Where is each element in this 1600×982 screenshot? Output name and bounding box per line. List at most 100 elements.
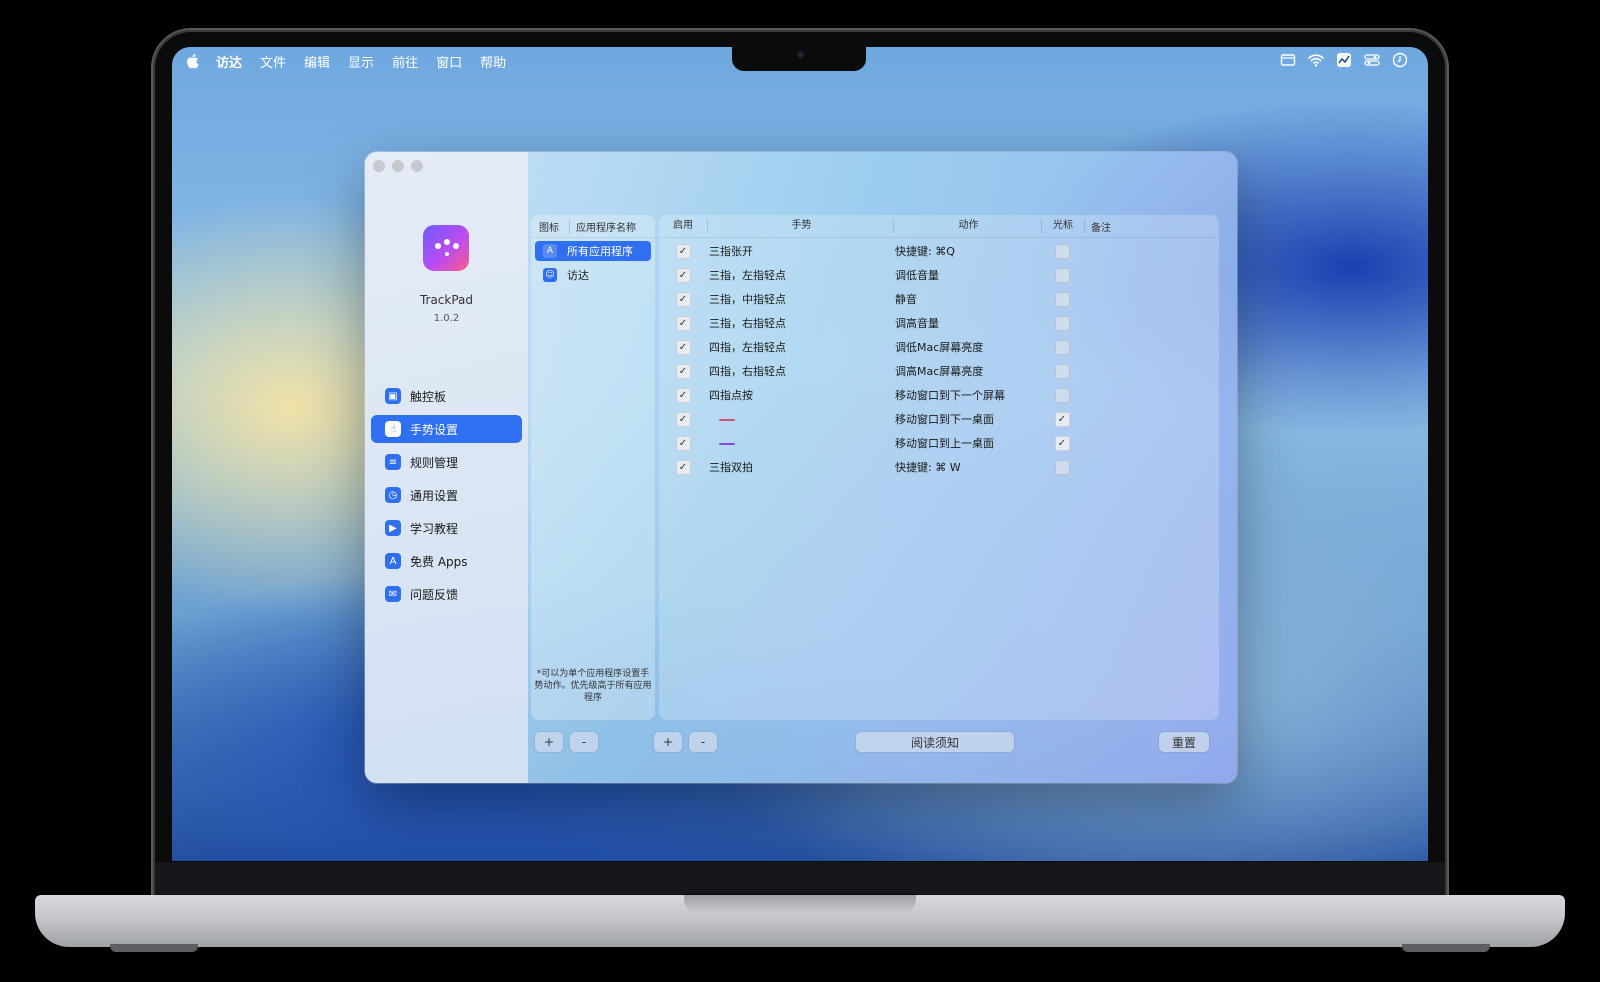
trackpad-window: TrackPad 1.0.2 ▣ 触控板 ☝ 手势设置 ≡ 规则管理 ◷ 通用设… (365, 152, 1237, 783)
add-gesture-button[interactable]: + (654, 732, 682, 752)
clock-icon: ◷ (385, 487, 401, 503)
table-row[interactable]: ✓ 三指张开 快捷键: ⌘Q (659, 239, 1219, 263)
trackpad-app-icon (423, 225, 469, 271)
laptop-chin (155, 862, 1445, 894)
cursor-checkbox[interactable] (1054, 339, 1070, 355)
sidebar-item-label: 触控板 (410, 389, 447, 404)
column-header-action[interactable]: 动作 (894, 219, 1042, 233)
table-row[interactable]: ✓ 移动窗口到上一桌面 ✓ (659, 431, 1219, 455)
cursor-checkbox[interactable] (1054, 459, 1070, 475)
menu-edit[interactable]: 编辑 (304, 52, 330, 71)
remove-gesture-button[interactable]: - (689, 732, 717, 752)
reset-button[interactable]: 重置 (1159, 732, 1209, 752)
gesture-cell: 三指张开 (709, 245, 753, 258)
gesture-cell: 三指，左指轻点 (709, 269, 786, 282)
app-list-note: *可以为单个应用程序设置手势动作。优先级高于所有应用程序 (534, 669, 652, 703)
table-row[interactable]: ✓ 三指，左指轻点 调低音量 (659, 263, 1219, 287)
enabled-checkbox[interactable]: ✓ (675, 339, 691, 355)
appstore-icon: A (543, 244, 557, 258)
app-row-finder[interactable]: ☺ 访达 (535, 265, 651, 285)
enabled-checkbox[interactable]: ✓ (675, 243, 691, 259)
action-cell: 静音 (895, 293, 917, 306)
column-header-gesture[interactable]: 手势 (708, 219, 894, 233)
enabled-checkbox[interactable]: ✓ (675, 267, 691, 283)
menu-window[interactable]: 窗口 (436, 52, 462, 71)
camera-icon (797, 51, 804, 58)
table-row[interactable]: ✓ 三指，右指轻点 调高音量 (659, 311, 1219, 335)
sidebar-item-trackpad[interactable]: ▣ 触控板 (371, 382, 522, 410)
read-notice-button[interactable]: 阅读须知 (856, 732, 1014, 752)
enabled-checkbox[interactable]: ✓ (675, 411, 691, 427)
enabled-checkbox[interactable]: ✓ (675, 435, 691, 451)
enabled-checkbox[interactable]: ✓ (675, 291, 691, 307)
column-header-enabled[interactable]: 启用 (659, 219, 708, 233)
enabled-checkbox[interactable]: ✓ (675, 315, 691, 331)
menu-app-name[interactable]: 访达 (216, 52, 242, 71)
enabled-cell: ✓ (659, 339, 707, 355)
enabled-cell: ✓ (659, 387, 707, 403)
cursor-cell (1041, 339, 1083, 355)
cursor-cell: ✓ (1041, 435, 1083, 451)
trackpad-icon: ▣ (385, 388, 401, 404)
remove-app-button[interactable]: - (570, 732, 598, 752)
add-app-button[interactable]: + (535, 732, 563, 752)
sidebar-item-rules[interactable]: ≡ 规则管理 (371, 448, 522, 476)
app-row-all-apps[interactable]: A 所有应用程序 (535, 241, 651, 261)
menu-view[interactable]: 显示 (348, 52, 374, 71)
table-row[interactable]: ✓ 四指，右指轻点 调高Mac屏幕亮度 (659, 359, 1219, 383)
cursor-checkbox[interactable]: ✓ (1054, 411, 1070, 427)
gesture-cell: 三指，中指轻点 (709, 293, 786, 306)
enabled-cell: ✓ (659, 459, 707, 475)
table-row[interactable]: ✓ 三指双拍 快捷键: ⌘ W (659, 455, 1219, 479)
column-header-icon[interactable]: 图标 (531, 218, 570, 234)
enabled-cell: ✓ (659, 435, 707, 451)
clock-icon[interactable] (1392, 52, 1408, 68)
cursor-checkbox[interactable] (1054, 291, 1070, 307)
enabled-checkbox[interactable]: ✓ (675, 387, 691, 403)
table-row[interactable]: ✓ 四指点按 移动窗口到下一个屏幕 (659, 383, 1219, 407)
sidebar-item-tutorial[interactable]: ▶ 学习教程 (371, 514, 522, 542)
window-icon[interactable] (1280, 52, 1296, 68)
enabled-checkbox[interactable]: ✓ (675, 459, 691, 475)
sidebar-item-feedback[interactable]: ✉ 问题反馈 (371, 580, 522, 608)
sidebar-item-gestures[interactable]: ☝ 手势设置 (371, 415, 522, 443)
table-row[interactable]: ✓ 三指，中指轻点 静音 (659, 287, 1219, 311)
gesture-cell: 四指，左指轻点 (709, 341, 786, 354)
sidebar-item-general[interactable]: ◷ 通用设置 (371, 481, 522, 509)
minimize-button[interactable] (392, 160, 404, 172)
wifi-icon[interactable] (1308, 52, 1324, 68)
cursor-checkbox[interactable] (1054, 363, 1070, 379)
column-header-note[interactable]: 备注 (1085, 219, 1219, 234)
enabled-checkbox[interactable]: ✓ (675, 363, 691, 379)
menu-help[interactable]: 帮助 (480, 52, 506, 71)
sidebar-item-label: 规则管理 (410, 455, 459, 470)
cursor-checkbox[interactable] (1054, 243, 1070, 259)
cursor-checkbox[interactable] (1054, 387, 1070, 403)
column-header-cursor[interactable]: 光标 (1042, 219, 1085, 233)
zoom-button[interactable] (411, 160, 423, 172)
enabled-cell: ✓ (659, 363, 707, 379)
laptop-foot (110, 944, 198, 952)
cursor-cell (1041, 387, 1083, 403)
column-header-app-name[interactable]: 应用程序名称 (570, 219, 636, 234)
cursor-checkbox[interactable]: ✓ (1054, 435, 1070, 451)
table-row[interactable]: ✓ 四指，左指轻点 调低Mac屏幕亮度 (659, 335, 1219, 359)
apple-icon[interactable] (186, 53, 200, 69)
menu-go[interactable]: 前往 (392, 52, 418, 71)
cursor-checkbox[interactable] (1054, 267, 1070, 283)
cursor-checkbox[interactable] (1054, 315, 1070, 331)
table-row[interactable]: ✓ 移动窗口到下一桌面 ✓ (659, 407, 1219, 431)
activity-icon[interactable] (1336, 52, 1352, 68)
app-row-label: 访达 (567, 269, 589, 282)
app-name: TrackPad (419, 293, 474, 307)
control-center-icon[interactable] (1364, 52, 1380, 68)
enabled-cell: ✓ (659, 411, 707, 427)
cursor-cell: ✓ (1041, 411, 1083, 427)
action-cell: 快捷键: ⌘ W (895, 461, 961, 474)
sidebar-item-free-apps[interactable]: A 免费 Apps (371, 547, 522, 575)
gesture-cell: 三指双拍 (709, 461, 753, 474)
action-cell: 移动窗口到下一个屏幕 (895, 389, 1005, 402)
sidebar-item-label: 手势设置 (410, 422, 459, 437)
close-button[interactable] (373, 160, 385, 172)
menu-file[interactable]: 文件 (260, 52, 286, 71)
